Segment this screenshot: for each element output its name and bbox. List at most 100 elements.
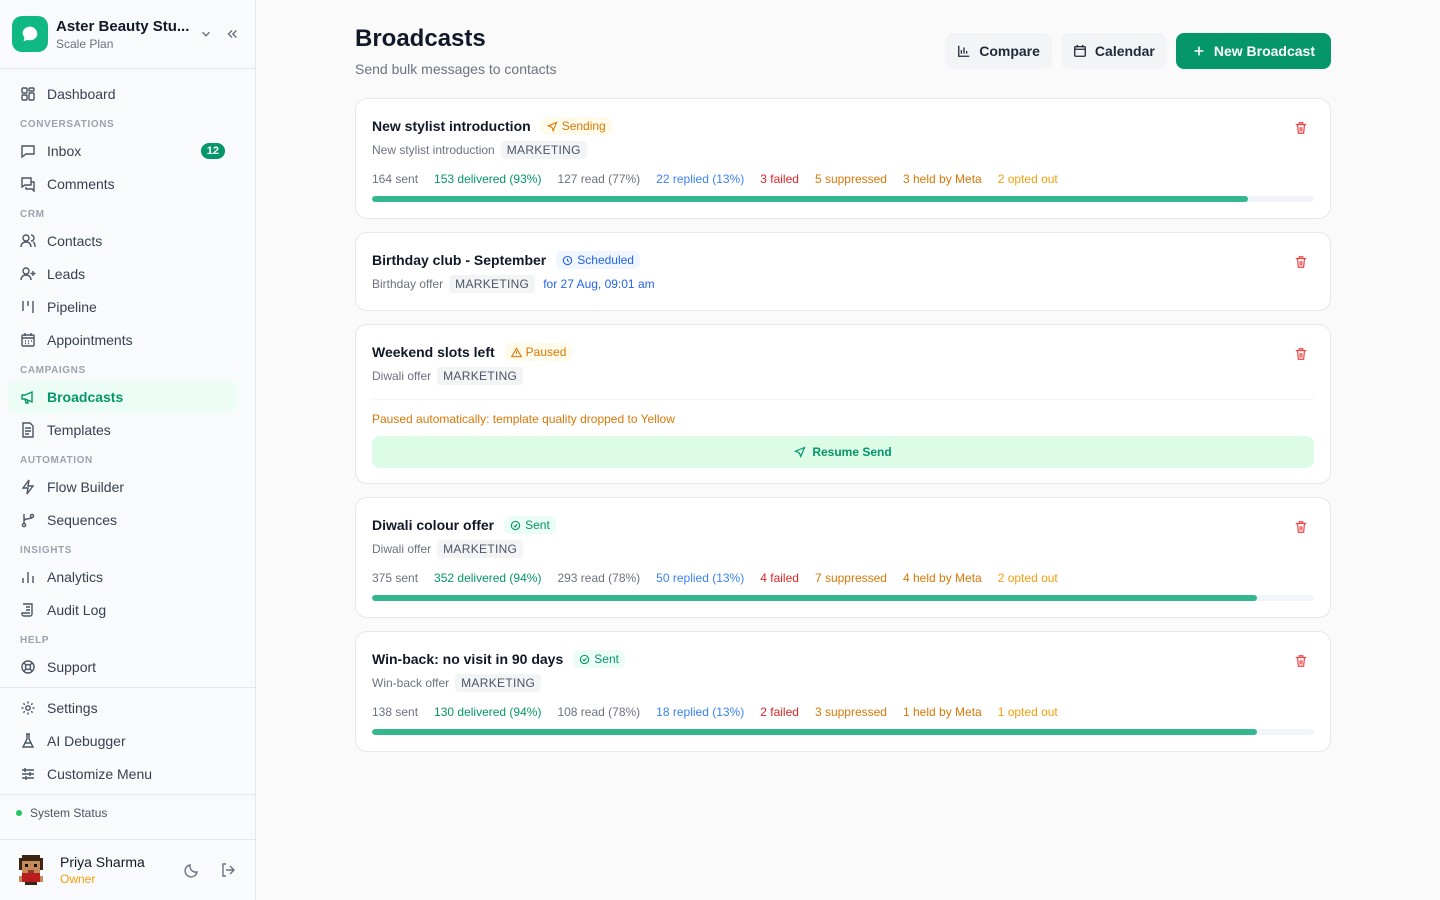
broadcast-card[interactable]: Diwali colour offer Sent Diwali offer MA… [355, 497, 1331, 618]
resume-send-button[interactable]: Resume Send [372, 436, 1314, 468]
broadcast-title: Diwali colour offer [372, 517, 495, 533]
stat-sent: 375 sent [372, 571, 419, 585]
sidebar-item-label: Audit Log [47, 602, 107, 618]
status-badge: Sent [573, 650, 625, 668]
sidebar-item-leads[interactable]: Leads [8, 258, 237, 290]
category-tag: MARKETING [455, 674, 542, 692]
inbox-count-badge: 12 [200, 143, 225, 159]
stat-failed: 3 failed [760, 172, 799, 186]
template-name: Diwali offer [372, 369, 432, 383]
delivery-progress-bar [372, 595, 1314, 601]
broadcast-card[interactable]: Weekend slots left Paused Diwali offer M… [355, 324, 1331, 484]
sidebar-item-dashboard[interactable]: Dashboard [8, 78, 237, 110]
sidebar-item-label: Leads [47, 266, 86, 282]
sidebar-item-flow-builder[interactable]: Flow Builder [8, 471, 237, 503]
trash-icon[interactable] [1294, 520, 1308, 534]
user-name: Priya Sharma [60, 854, 145, 870]
progress-fill [372, 595, 1258, 601]
delivery-progress-bar [372, 729, 1314, 735]
status-badge: Sent [504, 516, 556, 534]
stat-failed: 4 failed [760, 571, 799, 585]
system-status-label: System Status [30, 806, 108, 820]
lightning-icon [21, 479, 35, 495]
stat-suppressed: 3 suppressed [814, 705, 887, 719]
warning-icon [510, 346, 522, 357]
add-user-icon [20, 267, 36, 281]
sidebar-item-ai-debugger[interactable]: AI Debugger [8, 725, 237, 757]
new-broadcast-button[interactable]: New Broadcast [1175, 33, 1331, 69]
broadcast-card[interactable]: New stylist introduction Sending New sty… [355, 98, 1331, 219]
stat-held: 4 held by Meta [902, 571, 982, 585]
sidebar-item-appointments[interactable]: Appointments [8, 324, 237, 356]
sidebar-item-label: Broadcasts [47, 389, 124, 405]
section-automation: AUTOMATION [20, 455, 93, 466]
sidebar-item-label: Flow Builder [47, 479, 125, 495]
broadcast-list: New stylist introduction Sending New sty… [355, 98, 1331, 765]
broadcast-card[interactable]: Birthday club - September Scheduled Birt… [355, 232, 1331, 311]
stat-failed: 2 failed [760, 705, 799, 719]
trash-icon[interactable] [1294, 654, 1308, 668]
sidebar-item-contacts[interactable]: Contacts [8, 225, 237, 257]
stat-suppressed: 5 suppressed [814, 172, 887, 186]
life-buoy-icon [21, 660, 35, 674]
system-status[interactable]: System Status [0, 799, 255, 827]
broadcast-title: Win-back: no visit in 90 days [372, 651, 564, 667]
calendar-button[interactable]: Calendar [1060, 33, 1167, 69]
sidebar-item-inbox[interactable]: Inbox 12 [8, 135, 237, 167]
bar-chart-icon [22, 572, 34, 583]
compare-button[interactable]: Compare [945, 33, 1052, 69]
stat-held: 1 held by Meta [902, 705, 982, 719]
schedule-time: for 27 Aug, 09:01 am [543, 277, 655, 291]
broadcast-stats: 138 sent 130 delivered (94%) 108 read (7… [372, 705, 1314, 719]
logout-button[interactable] [217, 859, 239, 881]
stat-delivered: 130 delivered (94%) [434, 705, 542, 719]
stat-replied: 50 replied (13%) [656, 571, 745, 585]
megaphone-icon [21, 390, 33, 404]
chevron-down-icon[interactable] [195, 23, 217, 45]
sidebar-item-audit-log[interactable]: Audit Log [8, 594, 237, 626]
dark-mode-toggle[interactable] [181, 859, 203, 881]
status-badge: Paused [504, 343, 573, 361]
sidebar-item-pipeline[interactable]: Pipeline [8, 291, 237, 323]
stat-opted-out: 1 opted out [997, 705, 1058, 719]
contacts-icon [20, 234, 36, 248]
template-name: Birthday offer [372, 277, 444, 291]
pixel-avatar-icon [19, 855, 43, 885]
sidebar-item-label: Appointments [47, 332, 133, 348]
sidebar-item-broadcasts[interactable]: Broadcasts [8, 381, 237, 413]
send-icon [546, 120, 558, 132]
check-circle-icon [580, 654, 590, 664]
stat-delivered: 153 delivered (93%) [434, 172, 542, 186]
collapse-sidebar-icon[interactable] [221, 23, 243, 45]
stat-sent: 164 sent [372, 172, 419, 186]
clock-icon [563, 255, 573, 265]
workspace-switcher[interactable]: Aster Beauty Stu... Scale Plan [0, 0, 255, 69]
category-tag: MARKETING [449, 275, 536, 293]
dashboard-icon [21, 87, 35, 101]
logout-icon [222, 863, 235, 877]
section-campaigns: CAMPAIGNS [20, 365, 86, 376]
check-circle-icon [510, 520, 521, 530]
trash-icon[interactable] [1294, 255, 1308, 269]
calendar-icon [1074, 44, 1086, 57]
stat-delivered: 352 delivered (94%) [434, 571, 542, 585]
sidebar-item-customize-menu[interactable]: Customize Menu [8, 758, 237, 790]
workspace-name: Aster Beauty Stu... [56, 17, 190, 35]
sidebar-item-settings[interactable]: Settings [8, 692, 237, 724]
section-help: HELP [20, 635, 50, 646]
sidebar-item-label: Templates [47, 422, 111, 438]
trash-icon[interactable] [1294, 121, 1308, 135]
sidebar-item-support[interactable]: Support [8, 651, 237, 683]
broadcast-card[interactable]: Win-back: no visit in 90 days Sent Win-b… [355, 631, 1331, 752]
status-dot-icon [16, 810, 22, 816]
sidebar-item-comments[interactable]: Comments [8, 168, 237, 200]
header-actions: Compare Calendar New Broadcast [945, 33, 1331, 69]
broadcast-title: New stylist introduction [372, 118, 531, 134]
sidebar-item-analytics[interactable]: Analytics [8, 561, 237, 593]
sidebar-item-sequences[interactable]: Sequences [8, 504, 237, 536]
trash-icon[interactable] [1294, 347, 1308, 361]
sidebar-item-label: Comments [47, 176, 115, 192]
gear-icon [21, 701, 35, 715]
sidebar-item-templates[interactable]: Templates [8, 414, 237, 446]
stat-suppressed: 7 suppressed [814, 571, 887, 585]
